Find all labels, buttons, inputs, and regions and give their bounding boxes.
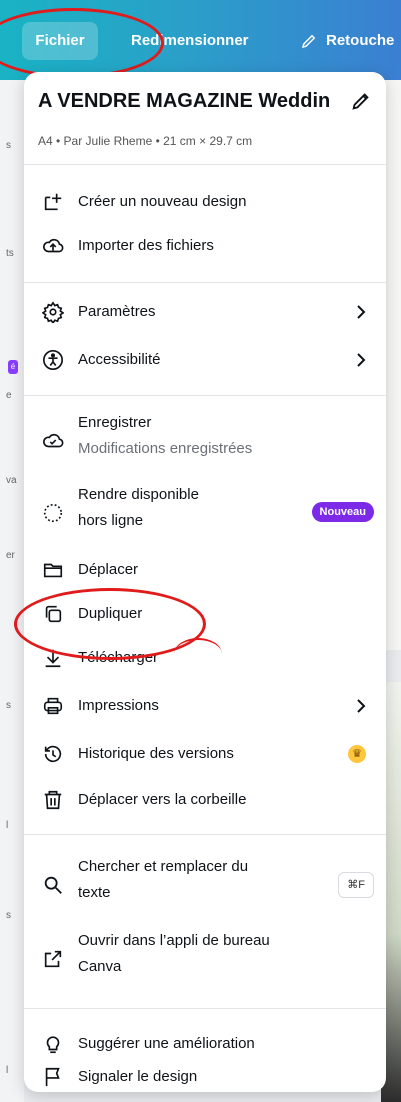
menu-item-version-history[interactable]: Historique des versions ♛ xyxy=(24,732,386,776)
strip-fragment: va xyxy=(6,475,17,486)
menu-item-create-new[interactable]: Créer un nouveau design xyxy=(24,180,386,224)
gear-icon xyxy=(41,301,65,325)
menu-item-import[interactable]: Importer des fichiers xyxy=(24,224,386,268)
menu-item-offline[interactable]: Rendre disponible hors ligne Nouveau xyxy=(24,484,386,540)
menu-item-label: Créer un nouveau design xyxy=(78,193,247,210)
search-icon xyxy=(42,874,64,896)
menu-item-label: Télécharger xyxy=(78,649,159,666)
retouch-label: Retouche xyxy=(326,32,395,49)
strip-fragment: er xyxy=(6,550,15,561)
divider xyxy=(24,1008,386,1009)
printer-icon xyxy=(42,695,64,717)
file-menu-button[interactable]: Fichier xyxy=(22,22,98,60)
menu-item-save[interactable]: Enregistrer Modifications enregistrées xyxy=(24,412,386,468)
menu-item-open-desktop[interactable]: Ouvrir dans l’appli de bureau Canva xyxy=(24,930,386,986)
strip-fragment: s xyxy=(6,700,11,711)
strip-fragment: s xyxy=(6,140,11,151)
menu-item-label-line2: hors ligne xyxy=(78,512,144,529)
menu-item-suggest[interactable]: Suggérer une amélioration xyxy=(24,1022,386,1066)
resize-button[interactable]: Redimensionner xyxy=(131,28,249,54)
crown-icon: ♛ xyxy=(348,745,366,763)
folder-icon xyxy=(42,559,64,581)
menu-item-duplicate[interactable]: Dupliquer xyxy=(24,592,386,636)
canvas-edge-strip: s ts é e va er s l s l xyxy=(0,80,24,1102)
divider xyxy=(24,395,386,396)
history-icon xyxy=(42,743,64,765)
menu-item-move[interactable]: Déplacer xyxy=(24,548,386,592)
menu-item-label-line2: texte xyxy=(78,884,111,901)
file-menu-panel: A VENDRE MAGAZINE Weddin A4 • Par Julie … xyxy=(14,72,386,1092)
menu-item-label: Déplacer vers la corbeille xyxy=(78,791,247,808)
cloud-check-icon xyxy=(42,430,64,452)
menu-item-find-replace[interactable]: Chercher et remplacer du texte ⌘F xyxy=(24,856,386,912)
menu-item-trash[interactable]: Déplacer vers la corbeille xyxy=(24,778,386,822)
duplicate-icon xyxy=(42,603,64,625)
divider xyxy=(24,164,386,165)
menu-item-label: Impressions xyxy=(78,697,159,714)
menu-item-report[interactable]: Signaler le design xyxy=(24,1066,386,1092)
menu-item-label: Historique des versions xyxy=(78,745,234,762)
retouch-button[interactable]: Retouche xyxy=(300,28,394,54)
edit-title-icon[interactable] xyxy=(350,90,372,112)
flag-icon xyxy=(42,1066,64,1088)
offline-download-icon xyxy=(42,502,64,524)
trash-icon xyxy=(42,789,64,811)
strip-fragment: s xyxy=(6,910,11,921)
menu-item-label: Enregistrer xyxy=(78,414,152,431)
accessibility-icon xyxy=(42,349,64,371)
top-toolbar: Fichier Redimensionner Retouche xyxy=(0,0,401,80)
menu-item-label: Chercher et remplacer du xyxy=(78,858,249,875)
chevron-right-icon xyxy=(357,353,366,367)
menu-item-settings[interactable]: Paramètres xyxy=(24,290,386,334)
menu-item-label: Déplacer xyxy=(78,561,139,578)
menu-item-label: Importer des fichiers xyxy=(78,237,214,254)
menu-item-label: Accessibilité xyxy=(78,351,161,368)
divider xyxy=(24,282,386,283)
new-badge: Nouveau xyxy=(311,502,374,522)
external-link-icon xyxy=(42,948,64,970)
menu-item-label-line2: Canva xyxy=(78,958,122,975)
menu-item-accessibility[interactable]: Accessibilité xyxy=(24,338,386,382)
design-subtitle: A4 • Par Julie Rheme • 21 cm × 29.7 cm xyxy=(38,134,253,148)
menu-item-label: Suggérer une amélioration xyxy=(78,1035,255,1052)
strip-fragment: l xyxy=(6,1065,9,1076)
strip-fragment: l xyxy=(6,820,9,831)
add-design-icon xyxy=(42,191,64,213)
menu-item-label: Rendre disponible xyxy=(78,486,199,503)
save-status-text: Modifications enregistrées xyxy=(78,440,253,457)
menu-item-print[interactable]: Impressions xyxy=(24,684,386,728)
chevron-right-icon xyxy=(357,305,366,319)
divider xyxy=(24,834,386,835)
menu-item-label: Dupliquer xyxy=(78,605,143,622)
lightbulb-icon xyxy=(42,1033,64,1055)
download-icon xyxy=(42,647,64,669)
menu-item-label: Paramètres xyxy=(78,303,156,320)
pencil-icon xyxy=(301,34,316,49)
design-title[interactable]: A VENDRE MAGAZINE Weddin xyxy=(38,90,338,113)
menu-item-download[interactable]: Télécharger xyxy=(24,636,386,680)
menu-item-label: Signaler le design xyxy=(78,1068,198,1085)
cloud-upload-icon xyxy=(42,235,64,257)
strip-badge: é xyxy=(8,360,18,374)
keyboard-shortcut: ⌘F xyxy=(338,872,374,898)
strip-fragment: ts xyxy=(6,248,14,259)
chevron-right-icon xyxy=(357,699,366,713)
menu-item-label: Ouvrir dans l’appli de bureau xyxy=(78,932,270,949)
strip-fragment: e xyxy=(6,390,12,401)
